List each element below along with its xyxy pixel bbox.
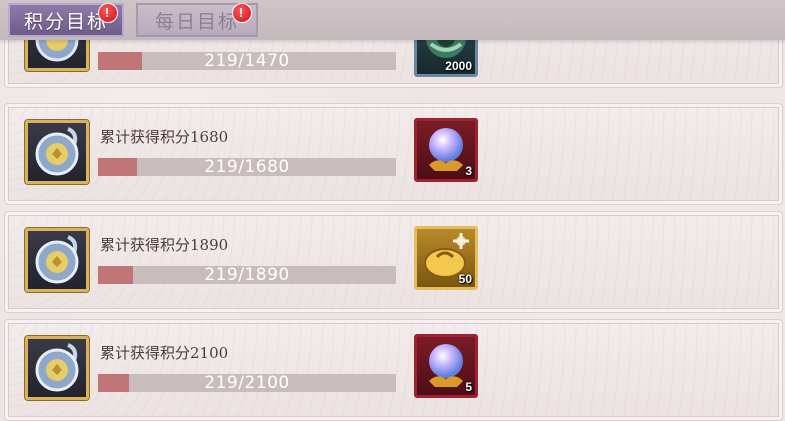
goal-title: 累计获得积分2100 <box>100 344 229 362</box>
reward-count: 5 <box>465 380 472 394</box>
reward-count: 3 <box>465 164 472 178</box>
tab-daily-goal[interactable]: 每日目标 ! <box>136 3 258 37</box>
goal-row-1680: 累计获得积分1680 219/1680 3 <box>4 103 783 205</box>
medal-icon <box>25 228 89 292</box>
reward-count: 2000 <box>445 59 472 73</box>
progress-text: 219/1680 <box>204 157 290 177</box>
alert-badge-icon: ! <box>232 3 252 23</box>
reward-slot[interactable]: 5 <box>414 334 478 398</box>
progress-bar: 219/2100 <box>98 374 396 392</box>
reward-slot[interactable]: 50 <box>414 226 478 290</box>
goal-row-1890: 累计获得积分1890 219/1890 50 <box>4 211 783 313</box>
progress-bar: 219/1470 <box>98 52 396 70</box>
progress-text: 219/1470 <box>204 51 290 71</box>
reward-count: 50 <box>458 272 472 286</box>
tab-bar: 积分目标 ! 每日目标 ! <box>0 0 785 40</box>
alert-badge-icon: ! <box>98 3 118 23</box>
tab-label: 积分目标 <box>23 10 108 33</box>
goal-row-2100: 累计获得积分2100 219/2100 5 <box>4 319 783 421</box>
goal-title: 累计获得积分1680 <box>100 128 229 146</box>
tab-label: 每日目标 <box>154 10 239 33</box>
progress-text: 219/2100 <box>204 373 290 393</box>
tab-points-goal[interactable]: 积分目标 ! <box>8 3 124 37</box>
medal-icon <box>25 336 89 400</box>
medal-icon <box>25 120 89 184</box>
goal-title: 累计获得积分1890 <box>100 236 229 254</box>
reward-slot[interactable]: 3 <box>414 118 478 182</box>
progress-bar: 219/1890 <box>98 266 396 284</box>
progress-bar: 219/1680 <box>98 158 396 176</box>
progress-text: 219/1890 <box>204 265 290 285</box>
